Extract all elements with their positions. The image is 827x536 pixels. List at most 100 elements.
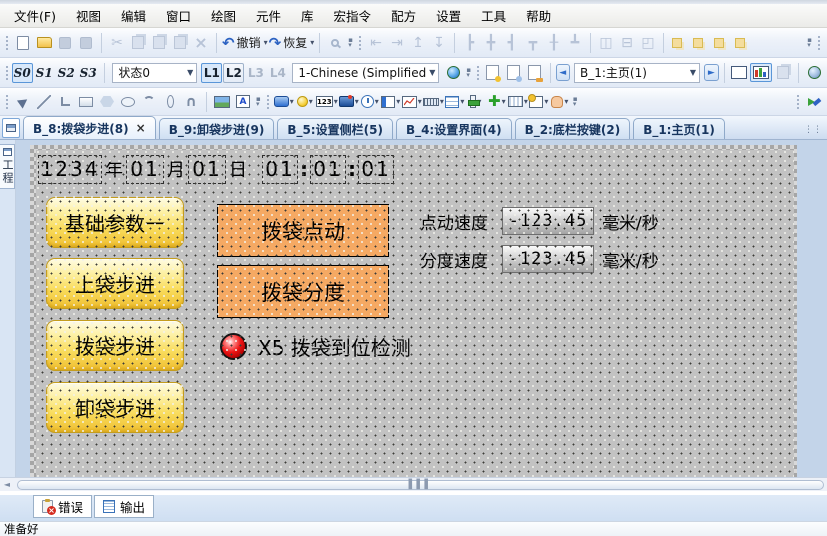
same-width-button[interactable]: ◫ — [596, 32, 616, 54]
scroll-left-icon[interactable]: ◄ — [0, 480, 14, 489]
second-field[interactable]: 01 — [358, 155, 394, 184]
language-globe-button[interactable] — [443, 62, 463, 84]
text-tool-button[interactable]: A — [233, 91, 253, 113]
menu-window[interactable]: 窗口 — [156, 4, 201, 27]
nav-button-basic-params[interactable]: 基础参数一 — [46, 197, 184, 248]
arch-tool-button[interactable]: ∩ — [181, 91, 201, 113]
open-file-button[interactable] — [34, 32, 54, 54]
tab-b4[interactable]: B_4:设置界面(4) — [396, 118, 512, 139]
state-1-button[interactable]: S1 — [34, 63, 55, 83]
align-top-button[interactable]: ↥ — [408, 32, 428, 54]
screen-combobox[interactable]: B_1:主页(1) ▼ — [574, 63, 700, 83]
next-screen-button[interactable]: ► — [704, 64, 718, 81]
nav-button-load-bag[interactable]: 上袋步进 — [46, 258, 184, 309]
polyline-tool-button[interactable] — [55, 91, 75, 113]
tab-overflow-button[interactable]: ⋮⋮ — [804, 125, 825, 139]
download-project-button[interactable] — [804, 91, 824, 113]
menu-tools[interactable]: 工具 — [471, 4, 516, 27]
toolbar-grip[interactable] — [795, 93, 800, 111]
language-1-button[interactable]: L1 — [201, 63, 222, 83]
toolbar-grip[interactable] — [357, 34, 362, 52]
menu-settings[interactable]: 设置 — [426, 4, 471, 27]
line-tool-button[interactable] — [34, 91, 54, 113]
distribute-left-button[interactable]: ┣ — [460, 32, 480, 54]
index-speed-value[interactable]: -123.45 — [502, 245, 594, 273]
previous-screen-button[interactable]: ◄ — [556, 64, 570, 81]
menu-file[interactable]: 文件(F) — [4, 4, 66, 27]
ellipse-tool-button[interactable] — [118, 91, 138, 113]
jog-speed-value[interactable]: -123.45 — [502, 207, 594, 235]
bring-forward-button[interactable] — [711, 32, 731, 54]
same-size-button[interactable]: ◰ — [638, 32, 658, 54]
distribute-right-button[interactable]: ┫ — [502, 32, 522, 54]
align-bottom-button[interactable]: ↧ — [429, 32, 449, 54]
toolbar-grip[interactable] — [816, 34, 821, 52]
day-field[interactable]: 01 — [188, 155, 226, 184]
zoom-button[interactable] — [325, 32, 345, 54]
toolbar-grip[interactable] — [4, 64, 8, 82]
toolbar-grip[interactable] — [4, 34, 9, 52]
rectangle-tool-button[interactable] — [76, 91, 96, 113]
center-vertical-button[interactable]: ╋ — [481, 32, 501, 54]
canvas-viewport[interactable]: 1234 年 01 月 01 日 01 : 01 : 01 基础参数一 上袋步进… — [16, 140, 827, 477]
new-screen-button[interactable] — [483, 62, 503, 84]
close-icon[interactable]: × — [136, 121, 146, 135]
numeric-display-tool[interactable]: 123▾ — [316, 91, 338, 113]
toolbar-grip[interactable] — [475, 64, 479, 82]
save-all-button[interactable] — [76, 32, 96, 54]
hour-field[interactable]: 01 — [262, 155, 298, 184]
menu-edit[interactable]: 编辑 — [111, 4, 156, 27]
toolbar-grip[interactable] — [4, 93, 9, 111]
toolbar-overflow-button[interactable]: ▪▾ — [807, 38, 812, 48]
move-component-tool[interactable]: ✚▾ — [487, 91, 507, 113]
minute-field[interactable]: 01 — [310, 155, 346, 184]
table-tool[interactable]: ▾ — [445, 91, 465, 113]
clock-tool[interactable]: ▾ — [360, 91, 380, 113]
toolbar-overflow-button[interactable]: ▪▾ — [466, 68, 471, 78]
scrollbar-thumb[interactable]: ▌▌▌ — [17, 480, 824, 490]
language-2-button[interactable]: L2 — [223, 63, 244, 83]
bit-button-tool[interactable]: ▾ — [274, 91, 294, 113]
menu-macro[interactable]: 宏指令 — [324, 4, 382, 27]
preview-toggle-button[interactable] — [750, 63, 772, 82]
state-combobox[interactable]: 状态0 ▼ — [112, 63, 197, 83]
duplicate-button[interactable] — [149, 32, 169, 54]
nav-button-push-bag[interactable]: 拨袋步进 — [46, 320, 184, 371]
copy-screen-button[interactable] — [504, 62, 524, 84]
picture-tool-button[interactable] — [212, 91, 232, 113]
x5-indicator-lamp[interactable] — [220, 333, 247, 360]
save-button[interactable] — [55, 32, 75, 54]
apply-screen-button[interactable] — [773, 62, 793, 84]
arc-tool-button[interactable] — [139, 91, 159, 113]
state-2-button[interactable]: S2 — [56, 63, 77, 83]
distribute-bottom-button[interactable]: ┻ — [565, 32, 585, 54]
toolbar-overflow-button[interactable]: ▪▾ — [573, 97, 578, 107]
polygon-tool-button[interactable] — [97, 91, 117, 113]
screen-properties-button[interactable] — [525, 62, 545, 84]
menu-component[interactable]: 元件 — [246, 4, 291, 27]
copy-button[interactable] — [128, 32, 148, 54]
state-0-button[interactable]: S0 — [12, 63, 33, 83]
trend-chart-tool[interactable]: ▾ — [402, 91, 422, 113]
menu-draw[interactable]: 绘图 — [201, 4, 246, 27]
menu-library[interactable]: 库 — [291, 4, 324, 27]
output-panel-tab[interactable]: 输出 — [94, 495, 154, 518]
sector-tool-button[interactable] — [160, 91, 180, 113]
action-button-jog[interactable]: 拨袋点动 — [217, 204, 389, 257]
same-height-button[interactable]: ⊟ — [617, 32, 637, 54]
new-file-button[interactable] — [13, 32, 33, 54]
redo-button[interactable]: ↷ 恢复 ▾ — [269, 32, 315, 54]
toolbar-overflow-button[interactable]: ▪▾ — [348, 38, 353, 48]
year-field[interactable]: 1234 — [38, 155, 102, 184]
hmi-screen[interactable]: 1234 年 01 月 01 日 01 : 01 : 01 基础参数一 上袋步进… — [36, 150, 794, 477]
send-to-back-button[interactable] — [690, 32, 710, 54]
delete-button[interactable]: × — [191, 32, 211, 54]
send-backward-button[interactable] — [732, 32, 752, 54]
align-left-button[interactable]: ⇤ — [366, 32, 386, 54]
select-tool-button[interactable] — [13, 91, 33, 113]
menu-view[interactable]: 视图 — [66, 4, 111, 27]
tab-b5[interactable]: B_5:设置侧栏(5) — [277, 118, 393, 139]
center-horizontal-button[interactable]: ╂ — [544, 32, 564, 54]
tab-b2[interactable]: B_2:底栏按键(2) — [515, 118, 631, 139]
meter-tool[interactable]: ▾ — [381, 91, 401, 113]
